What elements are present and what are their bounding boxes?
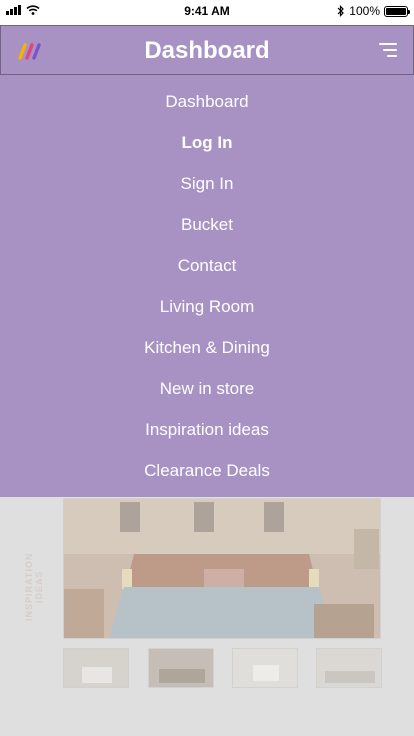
status-right: 100%	[337, 4, 410, 18]
menu-item-clearance-deals[interactable]: Clearance Deals	[0, 457, 414, 485]
menu-item-log-in[interactable]: Log In	[0, 129, 414, 157]
hamburger-menu-icon[interactable]	[379, 42, 397, 58]
battery-percent: 100%	[349, 4, 380, 18]
menu-item-bucket[interactable]: Bucket	[0, 211, 414, 239]
battery-icon	[384, 5, 410, 17]
bluetooth-icon	[337, 5, 345, 17]
menu-item-new-in-store[interactable]: New in store	[0, 375, 414, 403]
app-header: Dashboard	[0, 25, 414, 75]
menu-item-living-room[interactable]: Living Room	[0, 293, 414, 321]
status-bar: 9:41 AM 100%	[0, 0, 414, 24]
menu-item-sign-in[interactable]: Sign In	[0, 170, 414, 198]
page-title: Dashboard	[144, 37, 270, 64]
menu-item-contact[interactable]: Contact	[0, 252, 414, 280]
menu-item-kitchen-dining[interactable]: Kitchen & Dining	[0, 334, 414, 362]
navigation-menu: Dashboard Log In Sign In Bucket Contact …	[0, 75, 414, 497]
background-content: INSPIRATION IDEAS	[0, 497, 414, 736]
menu-item-dashboard[interactable]: Dashboard	[0, 88, 414, 116]
dim-overlay	[0, 497, 414, 736]
menu-item-inspiration-ideas[interactable]: Inspiration ideas	[0, 416, 414, 444]
